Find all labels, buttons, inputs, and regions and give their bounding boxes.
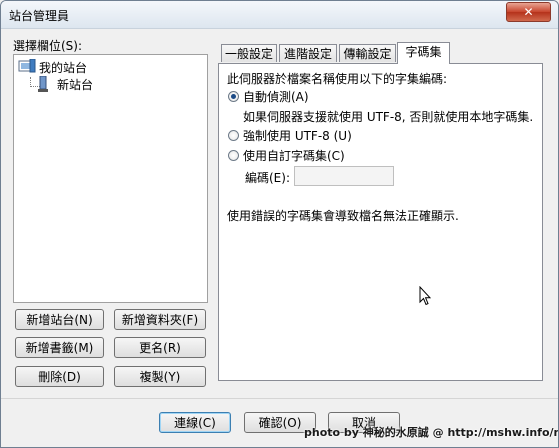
close-button[interactable]: ✕: [506, 2, 551, 22]
photo-watermark: photo by 神秘的水原誠 @ http://mshw.info/mshw: [304, 426, 558, 439]
auto-detect-description: 如果伺服器支援就使用 UTF-8, 否則就使用本地字碼集.: [243, 110, 534, 124]
force-utf8-label[interactable]: 強制使用 UTF-8 (U): [243, 127, 352, 144]
encoding-input[interactable]: [294, 166, 394, 186]
auto-detect-radio[interactable]: [228, 91, 239, 102]
charset-panel: 此伺服器於檔案名稱使用以下的字集編碼: 自動偵測(A) 如果伺服器支援就使用 U…: [218, 63, 543, 381]
charset-warning-text: 使用錯誤的字碼集會導致檔名無法正確顯示.: [227, 209, 459, 223]
tree-item-new-site[interactable]: 新站台: [57, 76, 93, 93]
tab-general[interactable]: 一般設定: [221, 44, 277, 62]
duplicate-button[interactable]: 複製(Y): [114, 366, 206, 387]
tab-charset[interactable]: 字碼集: [397, 42, 450, 64]
encoding-label: 編碼(E):: [245, 171, 290, 185]
network-folder-icon: [18, 59, 36, 73]
site-tree[interactable]: 我的站台 新站台: [13, 54, 208, 303]
tab-transfer[interactable]: 傳輸設定: [339, 44, 396, 62]
charset-intro-text: 此伺服器於檔案名稱使用以下的字集編碼:: [227, 72, 448, 86]
site-manager-window: 站台管理員 ✕ 選擇欄位(S): 我的站台 新站台 新增站台(N) 新增資料夾(…: [0, 0, 559, 448]
title-bar: 站台管理員 ✕: [1, 1, 558, 29]
tree-item-my-sites[interactable]: 我的站台: [39, 59, 87, 76]
custom-charset-radio[interactable]: [228, 150, 239, 161]
new-bookmark-button[interactable]: 新增書籤(M): [15, 337, 104, 358]
mouse-pointer-icon: [419, 286, 431, 306]
tab-advanced[interactable]: 進階設定: [279, 44, 337, 62]
server-icon: [38, 76, 48, 92]
force-utf8-radio[interactable]: [228, 130, 239, 141]
footer-separator: [1, 398, 558, 399]
rename-button[interactable]: 更名(R): [114, 337, 206, 358]
new-site-button[interactable]: 新增站台(N): [15, 309, 104, 330]
new-folder-button[interactable]: 新增資料夾(F): [114, 309, 206, 330]
delete-button[interactable]: 刪除(D): [15, 366, 104, 387]
connect-button[interactable]: 連線(C): [159, 412, 231, 433]
select-entry-label: 選擇欄位(S):: [13, 39, 83, 53]
close-icon: ✕: [523, 5, 534, 19]
custom-charset-label[interactable]: 使用自訂字碼集(C): [243, 147, 345, 164]
auto-detect-label[interactable]: 自動偵測(A): [243, 88, 309, 105]
window-title: 站台管理員: [9, 9, 70, 23]
